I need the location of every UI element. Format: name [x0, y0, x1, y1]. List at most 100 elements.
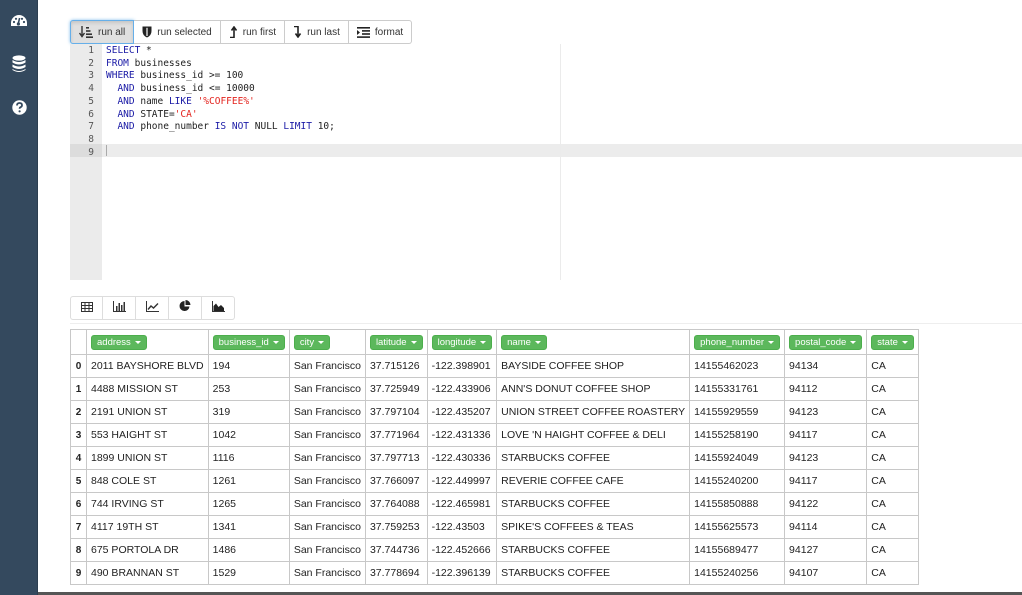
- table-cell: 37.715126: [364, 354, 428, 378]
- caret-down-icon: [410, 340, 417, 344]
- indent-icon: [356, 26, 370, 38]
- format-button[interactable]: format: [348, 20, 413, 44]
- line-chart-icon: [145, 299, 159, 317]
- table-row: 2 2191 UNION ST 319 San Francisco 37.797104-…: [70, 400, 919, 424]
- table-cell: 94112: [784, 377, 868, 401]
- code-line: WHERE business_id >= 100: [106, 70, 243, 83]
- bar-chart-icon: [112, 299, 126, 317]
- column-menu-button[interactable]: postal_code: [789, 334, 863, 350]
- column-menu-button[interactable]: name: [501, 334, 547, 350]
- sql-keyword: AND: [117, 95, 135, 107]
- table-cell: 4117 19TH ST: [86, 515, 209, 539]
- column-menu-button[interactable]: address: [91, 334, 147, 350]
- row-index: 5: [70, 469, 87, 493]
- table-cell: 94117: [784, 469, 868, 493]
- code-line: SELECT *: [106, 45, 152, 58]
- table-cell: STARBUCKS COFFEE: [496, 561, 691, 585]
- sql-keyword: LIMIT: [283, 121, 312, 133]
- column-menu-button[interactable]: phone_number: [694, 334, 781, 350]
- caret-down-icon: [768, 340, 775, 344]
- table-cell: San Francisco: [288, 561, 366, 585]
- table-cell: San Francisco: [288, 538, 366, 562]
- sidebar-item-dashboard[interactable]: [0, 8, 38, 34]
- column-label: postal_code: [795, 336, 847, 348]
- table-row: 9 490 BRANNAN ST 1529 San Francisco 37.77869…: [70, 561, 919, 585]
- table-cell: REVERIE COFFEE CAFE: [496, 469, 691, 493]
- column-menu-button[interactable]: city: [293, 334, 331, 350]
- row-index: 1: [70, 377, 87, 401]
- sql-editor[interactable]: 123456789 SELECT * FROM businesses WHERE b…: [70, 44, 1022, 280]
- app: run all run selected run first run last …: [0, 0, 1022, 595]
- column-menu-button[interactable]: latitude: [369, 334, 423, 350]
- table-row: 0 2011 BAYSHORE BLVD 194 San Francisco 37.71…: [70, 354, 919, 378]
- caret-down-icon: [318, 340, 325, 344]
- line-number: 6: [88, 108, 94, 120]
- table-body: 0 2011 BAYSHORE BLVD 194 San Francisco 37.71…: [70, 354, 919, 585]
- line-number: 4: [88, 83, 94, 95]
- table-cell: 14155240200: [689, 469, 786, 493]
- run-last-button[interactable]: run last: [285, 20, 349, 44]
- row-index: 9: [70, 561, 87, 585]
- line-number: 8: [88, 133, 94, 145]
- table-view-button[interactable]: [70, 296, 103, 320]
- line-number: 9: [88, 146, 94, 158]
- table-cell: CA: [866, 446, 919, 470]
- sql-text: businesses: [128, 57, 192, 69]
- line-chart-button[interactable]: [136, 296, 169, 320]
- area-chart-button[interactable]: [202, 296, 235, 320]
- table-cell: -122.398901: [426, 354, 498, 378]
- run-all-button[interactable]: run all: [70, 20, 135, 44]
- help-icon: [11, 99, 27, 115]
- sidebar-item-database[interactable]: [0, 51, 38, 77]
- run-selected-button[interactable]: run selected: [134, 20, 221, 44]
- sql-text: business_id <= 10000: [134, 83, 255, 95]
- sql-keyword: AND: [117, 83, 135, 95]
- row-index: 2: [70, 400, 87, 424]
- bar-chart-button[interactable]: [103, 296, 136, 320]
- table-cell: 14155625573: [689, 515, 786, 539]
- column-header-longitude: longitude: [426, 329, 498, 355]
- line-number: 2: [88, 57, 94, 69]
- arrow-up-icon: [229, 26, 238, 38]
- table-cell: 94127: [784, 538, 868, 562]
- table-cell: 1529: [207, 561, 290, 585]
- column-label: latitude: [375, 336, 407, 348]
- column-menu-button[interactable]: business_id: [212, 334, 285, 350]
- table-cell: 37.725949: [364, 377, 428, 401]
- table-cell: 37.797104: [364, 400, 428, 424]
- text-cursor: [106, 145, 107, 156]
- sidebar-item-help[interactable]: [0, 94, 38, 120]
- area-chart-icon: [211, 299, 225, 317]
- table-row: 5 848 COLE ST 1261 San Francisco 37.766097 -1…: [70, 469, 919, 493]
- table-cell: San Francisco: [288, 446, 366, 470]
- sql-keyword: AND: [117, 121, 135, 133]
- format-label: format: [374, 26, 404, 38]
- pie-chart-button[interactable]: [169, 296, 202, 320]
- table-cell: -122.452666: [426, 538, 498, 562]
- shield-icon: [142, 26, 152, 38]
- visualization-toolbar: [70, 296, 235, 320]
- table-cell: 94134: [784, 354, 868, 378]
- table-cell: -122.435207: [426, 400, 498, 424]
- table-cell: -122.465981: [426, 492, 498, 516]
- sql-text: 10;: [311, 121, 335, 133]
- column-menu-button[interactable]: state: [871, 334, 914, 350]
- sql-keyword: FROM: [106, 57, 129, 69]
- column-label: address: [97, 336, 131, 348]
- sql-keyword: LIKE: [168, 95, 192, 107]
- run-first-button[interactable]: run first: [220, 20, 286, 44]
- table-cell: 14155240256: [689, 561, 786, 585]
- column-menu-button[interactable]: longitude: [431, 334, 493, 350]
- table-cell: 94123: [784, 400, 868, 424]
- run-last-label: run last: [307, 26, 340, 38]
- table-cell: -122.396139: [426, 561, 498, 585]
- table-cell: San Francisco: [288, 469, 366, 493]
- table-cell: 14155462023: [689, 354, 786, 378]
- table-row: 1 4488 MISSION ST 253 San Francisco 37.72594…: [70, 377, 919, 401]
- code-line: AND business_id <= 10000: [106, 83, 255, 96]
- table-cell: 37.778694: [364, 561, 428, 585]
- table-cell: CA: [866, 423, 919, 447]
- sql-text: name: [134, 95, 169, 107]
- table-cell: 14155924049: [689, 446, 786, 470]
